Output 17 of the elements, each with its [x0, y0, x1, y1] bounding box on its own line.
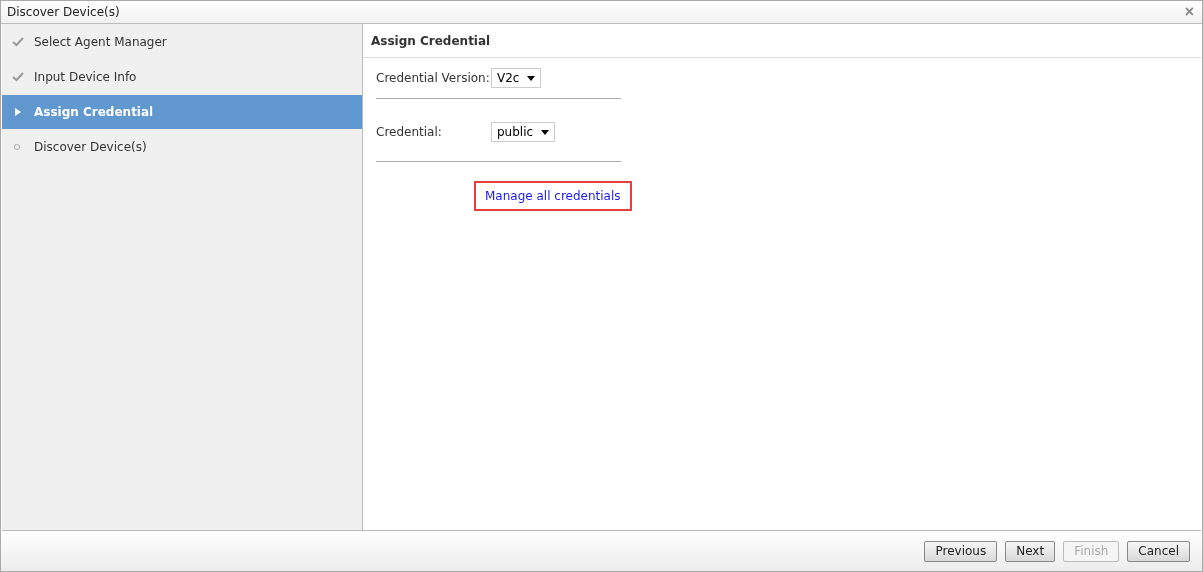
dropdown[interactable]: public	[491, 122, 556, 142]
window-title: Discover Device(s)	[7, 5, 120, 19]
footer-button[interactable]: Cancel	[1127, 540, 1190, 562]
field-label: Credential Version:	[376, 71, 491, 85]
wizard-step[interactable]: Select Agent Manager	[2, 25, 362, 59]
manage-credentials-link[interactable]: Manage all credentials	[485, 189, 621, 203]
footer-button[interactable]: Next	[1005, 540, 1056, 562]
field-label: Credential:	[376, 125, 443, 139]
panel-title: Assign Credential	[363, 24, 1201, 58]
footer-button[interactable]: Previous	[924, 540, 998, 562]
check-icon	[12, 72, 24, 82]
dropdown[interactable]: V2c	[491, 68, 542, 88]
wizard-step[interactable]: Discover Device(s)	[2, 130, 362, 164]
caret-icon	[541, 129, 550, 135]
check-icon	[12, 37, 24, 47]
wizard-step[interactable]: Input Device Info	[2, 60, 362, 94]
caret-icon	[527, 75, 536, 81]
